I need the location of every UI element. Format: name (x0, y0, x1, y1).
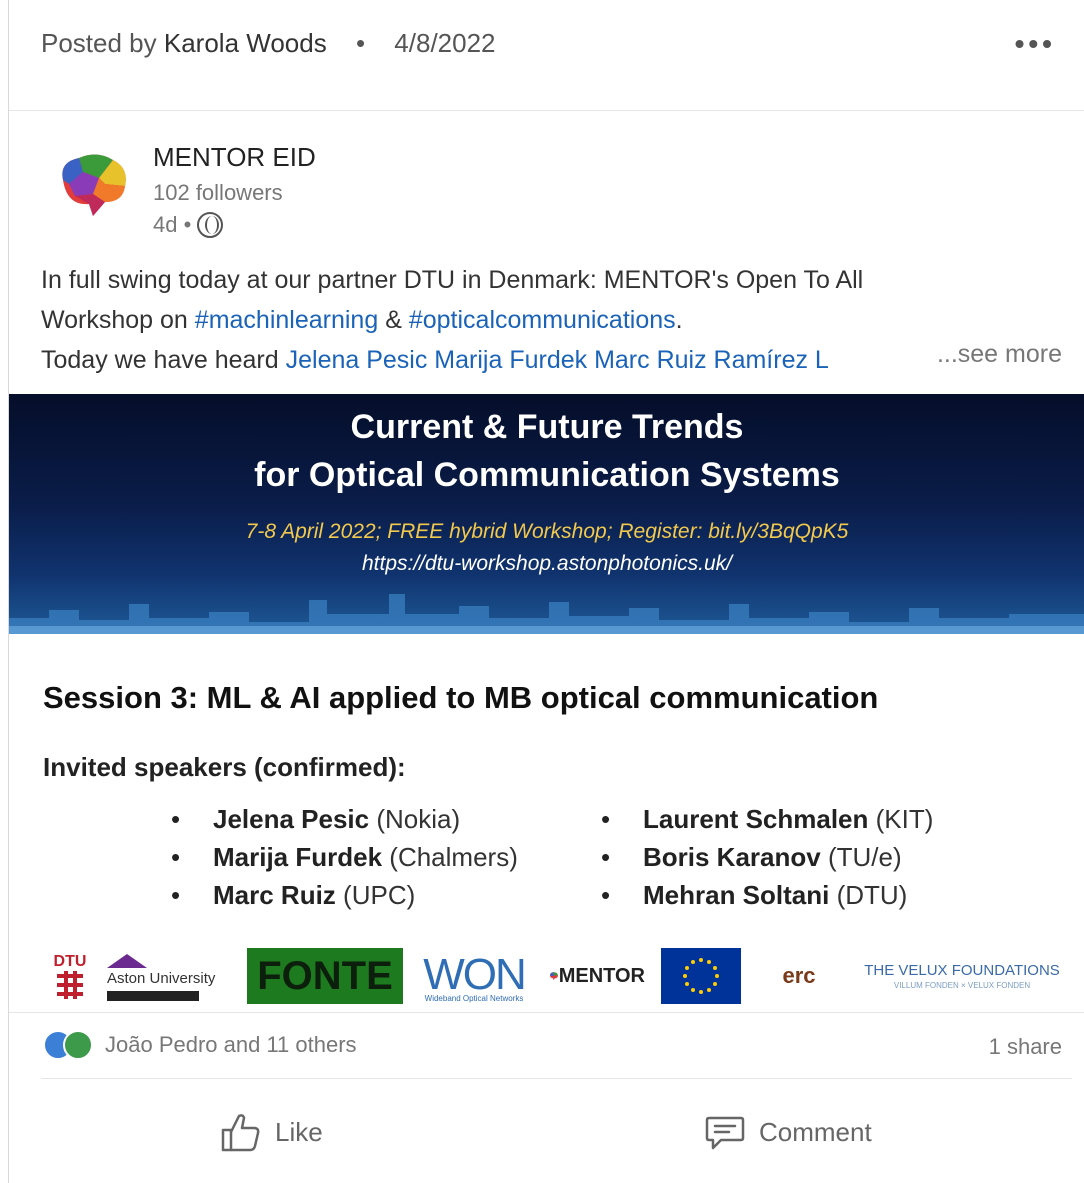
image-divider (9, 1012, 1084, 1013)
mentor-small-logo: MENTOR (549, 948, 645, 1004)
separator-dot: • (355, 28, 366, 58)
speaker-name: Jelena Pesic (213, 804, 370, 834)
aston-logo-text: Aston University (107, 969, 216, 987)
posted-date: 4/8/2022 (394, 28, 496, 58)
speaker-item: Jelena Pesic (Nokia) (171, 800, 518, 838)
hashtag-link-machinlearning[interactable]: #machinlearning (195, 306, 378, 334)
see-more-link[interactable]: ...see more (926, 340, 1062, 369)
like-label: Like (275, 1116, 323, 1147)
banner-url: https://dtu-workshop.astonphotonics.uk/ (361, 552, 733, 575)
won-logo-text: WON (423, 949, 527, 999)
mentor-small-logo-text: MENTOR (558, 964, 645, 987)
speaker-item: Laurent Schmalen (KIT) (601, 800, 933, 838)
post-line-2-mid: & (378, 306, 409, 334)
banner-subtitle: 7-8 April 2022; FREE hybrid Workshop; Re… (245, 520, 849, 543)
workshop-banner-image[interactable]: Current & Future Trends for Optical Comm… (9, 394, 1084, 634)
poster-name-link[interactable]: Karola Woods (164, 28, 327, 58)
city-skyline-graphic (9, 594, 1084, 634)
banner-title-line-2: for Optical Communication Systems (254, 456, 840, 494)
post-age-text: 4d • (153, 212, 192, 237)
post-body: In full swing today at our partner DTU i… (41, 260, 1071, 380)
comment-icon (705, 1116, 745, 1150)
velux-logo-text: THE VELUX FOUNDATIONS (864, 962, 1060, 979)
posted-by-line: Posted by Karola Woods • 4/8/2022 (41, 28, 496, 59)
speaker-org: (Chalmers) (382, 842, 518, 872)
session-title: Session 3: ML & AI applied to MB optical… (43, 680, 879, 715)
eu-stars-icon (683, 958, 719, 994)
speaker-item: Mehran Soltani (DTU) (601, 876, 933, 914)
speaker-name: Laurent Schmalen (643, 804, 869, 834)
more-options-icon[interactable]: ••• (1015, 28, 1056, 60)
posted-prefix: Posted by (41, 28, 157, 58)
fonte-logo: FONTE (247, 948, 403, 1004)
header-divider (9, 110, 1084, 111)
post-line-3: Today we have heard Jelena Pesic Marija … (41, 340, 1071, 380)
follower-count: 102 followers (153, 180, 283, 205)
speaker-item: Marc Ruiz (UPC) (171, 876, 518, 914)
speaker-org: (UPC) (335, 880, 416, 910)
speaker-list-left: Jelena Pesic (Nokia) Marija Furdek (Chal… (171, 800, 518, 914)
velux-logo-subtext: VILLUM FONDEN × VELUX FONDEN (893, 981, 1031, 990)
speaker-name: Mehran Soltani (643, 880, 830, 910)
post-age: 4d • (153, 212, 224, 238)
speaker-list-right: Laurent Schmalen (KIT) Boris Karanov (TU… (601, 800, 933, 914)
post-line-1: In full swing today at our partner DTU i… (41, 266, 864, 294)
won-logo: WON Wideband Optical Networks (419, 948, 529, 1004)
speaker-org: (DTU) (829, 880, 908, 910)
like-button[interactable]: Like (219, 1110, 323, 1154)
invited-speakers-label: Invited speakers (confirmed): (43, 752, 406, 782)
thumbs-up-icon (221, 1114, 260, 1152)
mentor-logo[interactable] (53, 150, 131, 220)
linkedin-post-card: Posted by Karola Woods • 4/8/2022 ••• ME… (8, 0, 1084, 1183)
eu-flag-logo (661, 948, 741, 1004)
won-logo-subtext: Wideband Optical Networks (424, 993, 524, 1003)
dtu-logo: DTU (53, 948, 87, 1004)
dtu-mark-icon (57, 971, 83, 999)
globe-icon (197, 212, 224, 238)
company-name-link[interactable]: MENTOR EID (153, 142, 316, 173)
speaker-org: (Nokia) (369, 804, 461, 834)
velux-foundations-logo: THE VELUX FOUNDATIONS VILLUM FONDEN × VE… (853, 948, 1071, 1004)
actions-divider (41, 1078, 1072, 1079)
dtu-logo-text: DTU (53, 953, 87, 970)
aston-bar (107, 990, 199, 1001)
erc-logo: erc (763, 948, 835, 1004)
speaker-name: Marc Ruiz (213, 880, 336, 910)
reaction-icons (43, 1030, 95, 1060)
post-line-2-suffix: . (675, 306, 683, 334)
mentor-brain-icon (550, 972, 558, 981)
speaker-item: Boris Karanov (TU/e) (601, 838, 933, 876)
comment-button[interactable]: Comment (703, 1110, 872, 1154)
post-line-2: Workshop on #machinlearning & #opticalco… (41, 300, 1071, 340)
post-line-2-prefix: Workshop on (41, 306, 195, 334)
reactions-summary[interactable]: João Pedro and 11 others (43, 1030, 357, 1060)
aston-university-logo: Aston University (107, 948, 233, 1004)
share-count-link[interactable]: 1 share (989, 1034, 1062, 1060)
post-line-3-prefix: Today we have heard (41, 346, 286, 374)
sponsor-logo-strip: DTU Aston University FONTE WON Wideband … (49, 948, 1079, 1008)
speaker-org: (KIT) (868, 804, 934, 834)
hashtag-link-opticalcommunications[interactable]: #opticalcommunications (409, 306, 676, 334)
aston-mark-icon (107, 953, 147, 968)
banner-title-line-1: Current & Future Trends (350, 408, 744, 446)
comment-label: Comment (759, 1116, 872, 1147)
speaker-name: Marija Furdek (213, 842, 383, 872)
celebrate-reaction-icon (63, 1030, 93, 1060)
speaker-name: Boris Karanov (643, 842, 821, 872)
speaker-item: Marija Furdek (Chalmers) (171, 838, 518, 876)
reactions-text: João Pedro and 11 others (105, 1032, 357, 1057)
mention-links[interactable]: Jelena Pesic Marija Furdek Marc Ruiz Ram… (286, 346, 829, 374)
erc-logo-text: erc (782, 963, 816, 988)
speaker-org: (TU/e) (820, 842, 902, 872)
